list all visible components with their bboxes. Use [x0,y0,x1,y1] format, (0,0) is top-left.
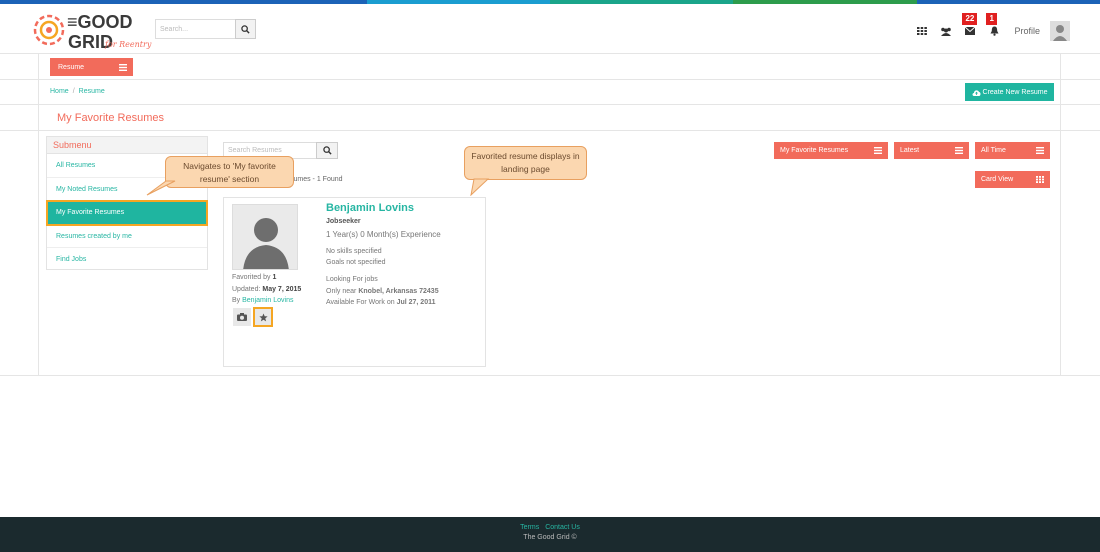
footer-terms-link[interactable]: Terms [520,524,539,531]
submenu-item-favorite-resumes[interactable]: My Favorite Resumes [46,200,208,226]
messages-badge: 22 [962,13,978,25]
search-icon [241,24,250,34]
create-new-resume-label: Create New Resume [982,88,1048,96]
grid-icon [917,27,928,35]
svg-text:≡GOOD: ≡GOOD [67,12,133,32]
card-view-button[interactable]: Card View [975,171,1050,188]
candidate-goals: Goals not specified [326,259,386,266]
envelope-icon [965,27,976,35]
breadcrumb-separator: / [72,88,75,95]
page-title: My Favorite Resumes [57,112,164,124]
updated-label: Updated: [232,286,261,293]
photo-button[interactable] [233,308,251,326]
users-icon [941,27,952,36]
list-icon [955,147,963,154]
candidate-availability: Available For Work on Jul 27, 2011 [326,299,435,306]
updated-date: Updated: May 7, 2015 [232,286,301,293]
grid-icon [1036,176,1044,183]
breadcrumb: Home / Resume [50,88,105,95]
people-button[interactable] [934,19,958,43]
callout-navigation-pointer [146,180,176,196]
header-icons: 22 1 Profile [910,8,1070,54]
resume-photo[interactable] [232,204,298,270]
submenu-item-find-jobs[interactable]: Find Jobs [47,248,207,272]
candidate-role: Jobseeker [326,218,361,225]
results-count: sumes - 1 Found [290,176,343,183]
callout-favorited-pointer [470,178,490,196]
updated-value: May 7, 2015 [262,286,302,293]
favorited-by: Favorited by 1 [232,274,276,281]
latest-sort-label: Latest [900,147,920,154]
star-icon [258,312,268,321]
list-icon [1036,147,1044,154]
menu-bar [0,54,1100,80]
user-silhouette-icon [1053,25,1067,41]
search-icon [322,146,332,155]
created-by: By Benjamin Lovins [232,297,294,304]
bell-icon [990,26,999,36]
candidate-experience: 1 Year(s) 0 Month(s) Experience [326,230,441,239]
create-new-resume-button[interactable]: Create New Resume [965,83,1054,101]
favorites-filter-button[interactable]: My Favorite Resumes [774,142,888,159]
user-silhouette-icon [233,205,297,269]
list-icon [874,147,882,154]
header-search-button[interactable] [235,19,256,39]
svg-text:for Reentry: for Reentry [104,40,152,49]
favorites-filter-label: My Favorite Resumes [780,147,849,154]
footer: Terms Contact Us The Good Grid © [0,517,1100,552]
created-by-link[interactable]: Benjamin Lovins [242,297,293,304]
cloud-upload-icon [972,89,981,96]
location-value: Knobel, Arkansas 72435 [358,288,439,295]
resume-menu-button[interactable]: Resume [50,58,133,76]
site-logo[interactable]: ≡GOOD GRID for Reentry [30,8,155,52]
time-range-label: All Time [981,147,1006,154]
top-header: ≡GOOD GRID for Reentry Search... 22 1 Pr… [0,4,1100,54]
footer-copyright: The Good Grid © [523,534,577,541]
card-view-label: Card View [981,176,1014,183]
camera-icon [237,313,247,321]
breadcrumb-home[interactable]: Home [50,88,69,95]
time-range-button[interactable]: All Time [975,142,1050,159]
notifications-badge: 1 [986,13,997,25]
user-avatar[interactable] [1050,21,1070,41]
created-by-label: By [232,297,241,304]
favorited-by-label: Favorited by [232,274,271,281]
header-search-input[interactable]: Search... [155,19,235,39]
footer-links: Terms Contact Us [0,524,1100,531]
profile-link[interactable]: Profile [1014,26,1040,36]
availability-value: Jul 27, 2011 [396,299,436,306]
apps-grid-button[interactable] [910,19,934,43]
candidate-looking-for: Looking For jobs [326,276,378,283]
notifications-button[interactable]: 1 [982,13,1006,43]
availability-label: Available For Work on [326,299,395,306]
resume-menu-label: Resume [58,63,85,71]
resume-card: Favorited by 1 Updated: May 7, 2015 By B… [223,197,486,367]
submenu-header: Submenu [47,137,207,154]
callout-navigation: Navigates to 'My favorite resume' sectio… [165,156,294,188]
submenu-item-created-by-me[interactable]: Resumes created by me [47,225,207,248]
favorited-count: 1 [272,274,277,281]
candidate-skills: No skills specified [326,248,382,255]
favorite-button[interactable] [253,307,273,327]
messages-button[interactable]: 22 [958,13,982,43]
candidate-name[interactable]: Benjamin Lovins [326,202,414,214]
latest-sort-button[interactable]: Latest [894,142,969,159]
resume-search-button[interactable] [316,142,338,159]
hamburger-icon [119,63,127,71]
callout-favorited: Favorited resume displays in landing pag… [464,146,587,180]
title-bar [0,105,1100,131]
breadcrumb-current[interactable]: Resume [79,88,105,95]
header-search: Search... [155,19,256,39]
footer-contact-link[interactable]: Contact Us [545,524,580,531]
location-label: Only near [326,288,357,295]
candidate-location: Only near Knobel, Arkansas 72435 [326,288,439,295]
breadcrumb-bar [0,80,1100,105]
